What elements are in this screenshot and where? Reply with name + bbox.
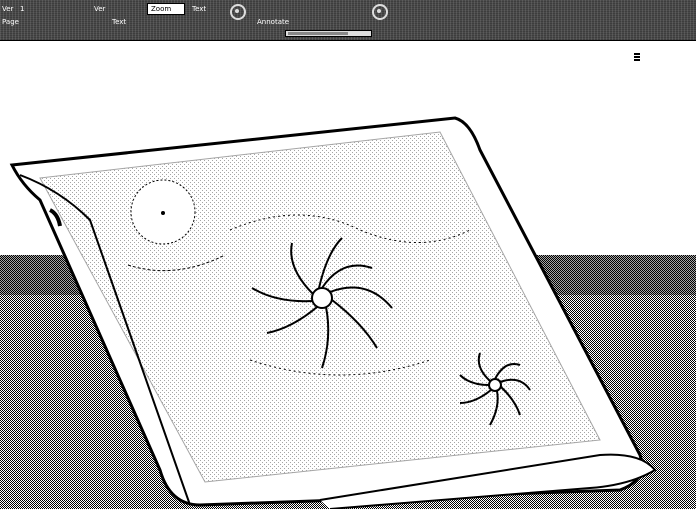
toolbar-row-1: Ver 1 Ver Zoom Text [0,2,696,20]
toolbar: Ver 1 Ver Zoom Text Page Text Annotate [0,0,696,41]
toolbar-row-2: Page Text Annotate [0,17,696,31]
ribbon-link-3[interactable]: Annotate [255,17,291,27]
horizontal-scrollbar[interactable] [285,30,372,37]
dial-center [161,211,165,215]
menu-item-5[interactable]: Text [190,4,208,14]
menu-item-1[interactable]: Ver [0,4,15,14]
scrollbar-thumb[interactable] [288,32,348,35]
image-canvas [0,40,696,509]
zoom-select[interactable]: Zoom [147,3,185,15]
laptop-cooler-illustration [0,116,696,509]
ribbon-link-1[interactable]: Page [0,17,21,27]
ribbon-link-2[interactable]: Text [110,17,128,27]
menu-item-3[interactable]: Ver [92,4,107,14]
menu-item-2[interactable]: 1 [18,4,26,14]
